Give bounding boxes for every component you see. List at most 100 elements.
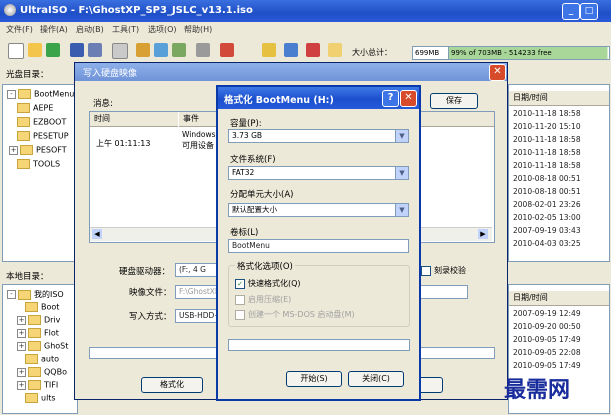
compress-icon[interactable] [172, 43, 186, 57]
tree-item[interactable]: AEPE [17, 103, 53, 113]
file-system-value: FAT32 [232, 168, 255, 177]
quick-format-checkbox-box[interactable]: ✓ [235, 278, 245, 289]
virtual-drive-icon[interactable] [196, 43, 210, 57]
date-column-header[interactable]: 日期/时间 [509, 91, 609, 106]
save-log-button[interactable]: 保存 [430, 93, 478, 109]
size-total-label: 大小总计： [352, 48, 392, 57]
volume-label-input[interactable]: BootMenu [228, 239, 409, 253]
date-cell: 2008-02-01 23:26 [513, 200, 581, 209]
image-file-browse[interactable] [419, 285, 468, 299]
scroll-left-icon[interactable]: ◀ [92, 229, 102, 239]
msdos-startup-checkbox[interactable]: 创建一个 MS-DOS 启动盘(M) [235, 309, 355, 320]
mount-icon[interactable] [154, 43, 168, 57]
tree-item[interactable]: auto [25, 354, 59, 364]
write-method-select[interactable]: USB-HDD+ [175, 309, 220, 323]
tree-item[interactable]: + Flot [17, 328, 59, 338]
tree-item[interactable]: ults [25, 393, 56, 403]
date-cell: 2010-09-20 00:50 [513, 322, 581, 331]
menu-file[interactable]: 文件(F) [6, 24, 33, 35]
tree-item[interactable]: + Driv [17, 315, 60, 325]
close-button[interactable]: 关闭(C) [348, 371, 404, 387]
folder-icon [17, 159, 30, 169]
tree-item[interactable]: + TIFI [17, 380, 58, 390]
tree-item[interactable]: PESETUP [17, 131, 69, 141]
menu-help[interactable]: 帮助(H) [184, 24, 212, 35]
expand-icon[interactable]: + [17, 341, 26, 351]
file-system-select[interactable]: FAT32 ▼ [228, 166, 409, 180]
save-icon[interactable] [70, 43, 84, 57]
tree-item[interactable]: EZBOOT [17, 117, 66, 127]
quick-format-checkbox[interactable]: ✓ 快速格式化(Q) [235, 278, 301, 289]
tree-item[interactable]: Boot [25, 302, 59, 312]
tree-label: Boot [41, 302, 60, 312]
allocation-unit-select[interactable]: 默认配置大小 ▼ [228, 203, 409, 217]
dropdown-arrow-icon[interactable]: ▼ [395, 130, 408, 142]
properties-icon[interactable] [112, 43, 128, 59]
start-button[interactable]: 开始(S) [286, 371, 342, 387]
cd-tree-pane[interactable]: - BootMenu AEPE EZBOOT PESETUP + PESOFT TO… [2, 84, 78, 262]
drive-label: 硬盘驱动器： [119, 267, 171, 277]
dropdown-arrow-icon[interactable]: ▼ [395, 167, 408, 179]
date-cell: 2010-08-18 00:51 [513, 174, 581, 183]
tree-item-root[interactable]: - 我的ISO [7, 289, 64, 300]
enable-compression-checkbox[interactable]: 启用压缩(E) [235, 294, 291, 305]
folder-icon [25, 302, 38, 312]
expand-icon[interactable]: + [17, 367, 26, 377]
tree-item[interactable]: + PESOFT [9, 145, 67, 155]
write-dialog-close-icon[interactable]: ✕ [489, 64, 506, 81]
minimize-button[interactable]: _ [562, 3, 580, 20]
format-dialog: 格式化 BootMenu (H:) ? ✕ 容量(P): 3.73 GB ▼ 文件… [216, 85, 421, 401]
format-dialog-close-icon[interactable]: ✕ [400, 90, 417, 107]
size-total-value: 699MB [412, 46, 450, 60]
folder-icon [20, 145, 33, 155]
date-cell: 2010-09-05 17:49 [513, 361, 581, 370]
expand-icon[interactable]: + [17, 315, 26, 325]
save-as-icon[interactable] [88, 43, 102, 57]
enable-compression-checkbox-box[interactable] [235, 294, 245, 305]
new-icon[interactable] [8, 43, 24, 59]
local-dir-label: 本地目录： [6, 272, 49, 282]
add-files-icon[interactable] [284, 43, 298, 57]
ultraiso-app-icon [4, 4, 16, 16]
cd-file-list[interactable]: 日期/时间 2010-11-18 18:58 2010-11-20 15:10 … [508, 84, 610, 262]
tree-item[interactable]: + QQBo [17, 367, 67, 377]
image-file-field[interactable]: F:\GhostXP [175, 285, 220, 299]
new-folder-icon[interactable] [328, 43, 342, 57]
extract-to-icon[interactable] [262, 43, 276, 57]
write-disk-icon[interactable] [220, 43, 234, 57]
delete-icon[interactable] [306, 43, 320, 57]
log-column-time[interactable]: 时间 [90, 112, 178, 127]
menu-actions[interactable]: 操作(A) [40, 24, 68, 35]
collapse-icon[interactable]: - [7, 290, 16, 299]
drive-select[interactable]: (F:, 4 G [175, 263, 220, 277]
tree-label: BootMenu [34, 89, 75, 99]
tree-label: TIFI [44, 380, 59, 390]
verify-checkbox[interactable]: 刻录校验 [421, 265, 466, 276]
extract-icon[interactable] [46, 43, 60, 57]
expand-icon[interactable]: + [17, 380, 26, 390]
local-tree-pane[interactable]: - 我的ISO Boot + Driv + Flot + GhoSt auto + QQB… [2, 284, 78, 414]
verify-checkbox-box[interactable] [421, 265, 431, 276]
tree-item-root[interactable]: - BootMenu [7, 89, 74, 99]
burn-icon[interactable] [136, 43, 150, 57]
format-button[interactable]: 格式化 [141, 377, 203, 393]
expand-icon[interactable]: + [17, 328, 26, 338]
open-icon[interactable] [28, 43, 42, 57]
msdos-startup-checkbox-box[interactable] [235, 309, 245, 320]
collapse-icon[interactable]: - [7, 89, 16, 99]
menu-bootable[interactable]: 启动(B) [76, 24, 104, 35]
dropdown-arrow-icon[interactable]: ▼ [395, 204, 408, 216]
menu-options[interactable]: 选项(O) [148, 24, 177, 35]
watermark-logo: 最需网 [504, 377, 571, 403]
folder-icon [17, 117, 30, 127]
expand-icon[interactable]: + [9, 145, 18, 155]
tree-item[interactable]: + GhoSt [17, 341, 68, 351]
main-title-bar: UltraISO - F:\GhostXP_SP3_JSLC_v13.1.iso… [0, 0, 611, 22]
maximize-button[interactable]: □ [580, 3, 598, 20]
help-icon[interactable]: ? [382, 90, 399, 107]
capacity-select[interactable]: 3.73 GB ▼ [228, 129, 409, 143]
scroll-right-icon[interactable]: ▶ [478, 229, 488, 239]
tree-item[interactable]: TOOLS [17, 159, 60, 169]
date-column-header[interactable]: 日期/时间 [509, 291, 609, 306]
menu-tools[interactable]: 工具(T) [112, 24, 139, 35]
